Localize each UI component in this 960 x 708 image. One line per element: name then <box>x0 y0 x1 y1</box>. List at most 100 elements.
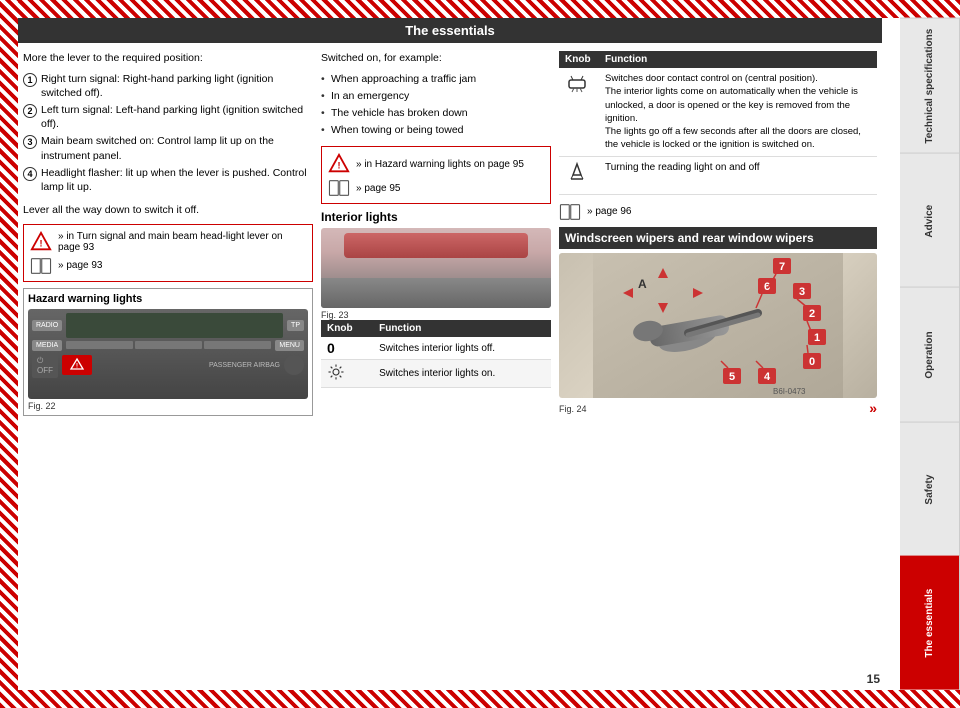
interior-light-bar <box>344 233 528 258</box>
svg-text:1: 1 <box>814 332 820 344</box>
interior-light-icon <box>565 72 589 96</box>
fig-24-label: Fig. 24 <box>559 404 587 414</box>
svg-text:0: 0 <box>809 356 815 368</box>
hazard-fig-image: RADIO TP MEDIA MENU <box>28 309 308 399</box>
warn-row-1: ! » in Hazard warning lights on page 95 <box>328 153 544 175</box>
num-3: 3 <box>23 135 37 149</box>
svg-text:3: 3 <box>799 286 805 298</box>
hazard-heading: Hazard warning lights <box>28 293 308 305</box>
interior-table: Knob Function 0 Switches interior lights… <box>321 320 551 388</box>
knob-header: Knob <box>559 51 599 68</box>
intro-text: More the lever to the required position: <box>23 51 313 66</box>
svg-text:A: A <box>638 277 647 291</box>
interior-lights-section: Interior lights Fig. 23 <box>321 210 551 388</box>
off-button: ⏻OFF <box>32 353 58 378</box>
radio-bottom-row: ⏻OFF ! PASSENGER AIRBAG <box>32 353 304 378</box>
function-0: Switches interior lights off. <box>373 337 551 360</box>
tp-label: TP <box>287 320 304 331</box>
page-number: 15 <box>867 672 880 686</box>
warning-box-left: ! » in Turn signal and main beam head-li… <box>23 224 313 282</box>
book-icon-2 <box>328 179 350 197</box>
num-2: 2 <box>23 104 37 118</box>
left-border <box>0 0 18 708</box>
knob-0: 0 <box>321 337 373 360</box>
bottom-border <box>0 690 960 708</box>
knob-cell-1 <box>559 68 599 156</box>
tab-essentials[interactable]: The essentials <box>900 556 960 690</box>
menu-label: MENU <box>275 340 304 351</box>
hazard-triangle-icon: ! <box>69 357 85 373</box>
warning-row-2: » page 93 <box>30 257 306 275</box>
radio-screen <box>66 313 283 338</box>
interior-fig-image <box>321 228 551 308</box>
switched-on-heading: Switched on, for example: <box>321 51 551 66</box>
table-row: Switches interior lights on. <box>321 360 551 388</box>
airbag-area: PASSENGER AIRBAG <box>209 362 280 369</box>
page-title: The essentials <box>18 18 882 43</box>
warning-triangle-icon: ! <box>30 231 52 253</box>
fig-23-label: Fig. 23 <box>321 310 551 320</box>
svg-text:!: ! <box>337 161 340 171</box>
tab-operation[interactable]: Operation <box>900 287 960 422</box>
wiper-fig-image: A 7 6 <box>559 253 877 398</box>
function-sun: Switches interior lights on. <box>373 360 551 388</box>
forward-arrow: » <box>869 400 877 416</box>
content-wrapper: More the lever to the required position:… <box>18 51 882 688</box>
right-table: Knob Function <box>559 51 877 195</box>
hazard-button[interactable]: ! <box>62 355 92 375</box>
list-item: When towing or being towed <box>321 123 551 137</box>
list-item: 2 Left turn signal: Left-hand parking li… <box>23 103 313 131</box>
windscreen-heading: Windscreen wipers and rear window wipers <box>559 227 877 249</box>
hazard-warning-section: Hazard warning lights RADIO TP MEDIA <box>23 288 313 416</box>
warning-box-middle: ! » in Hazard warning lights on page 95 … <box>321 146 551 204</box>
radio-label: RADIO <box>32 320 62 331</box>
knob-dial <box>284 355 304 375</box>
lever-text: Lever all the way down to switch it off. <box>23 203 313 218</box>
svg-text:B6I-0473: B6I-0473 <box>773 387 806 396</box>
wiper-diagram: A 7 6 <box>559 253 877 398</box>
svg-text:4: 4 <box>764 371 771 383</box>
fig-22-label: Fig. 22 <box>28 401 308 411</box>
main-content: The essentials More the lever to the req… <box>18 18 882 690</box>
function-cell-2: Turning the reading light on and off <box>599 156 877 194</box>
right-column: Knob Function <box>559 51 877 688</box>
knob-cell-2 <box>559 156 599 194</box>
col-knob-header: Knob <box>321 320 373 337</box>
tab-technical-specifications[interactable]: Technical specifications <box>900 18 960 153</box>
num-1: 1 <box>23 73 37 87</box>
list-item: When approaching a traffic jam <box>321 72 551 86</box>
warning-triangle-icon-2: ! <box>328 153 350 175</box>
table-row: 0 Switches interior lights off. <box>321 337 551 360</box>
svg-text:2: 2 <box>809 308 815 320</box>
book-icon-3 <box>559 203 581 221</box>
warn-row-2: » page 95 <box>328 179 544 197</box>
function-cell-1: Switches door contact control on (centra… <box>599 68 877 156</box>
col-function-header: Function <box>373 320 551 337</box>
windscreen-section: Windscreen wipers and rear window wipers <box>559 227 877 416</box>
radio-top-row: RADIO TP <box>32 313 304 338</box>
tab-safety[interactable]: Safety <box>900 422 960 557</box>
bullet-list: When approaching a traffic jam In an eme… <box>321 72 551 141</box>
numbered-list: 1 Right turn signal: Right-hand parking … <box>23 72 313 197</box>
function-header: Function <box>599 51 877 68</box>
svg-text:!: ! <box>76 364 78 370</box>
reading-light-icon <box>565 161 589 185</box>
table-row: Switches door contact control on (centra… <box>559 68 877 156</box>
tab-advice[interactable]: Advice <box>900 153 960 288</box>
list-item: 4 Headlight flasher: lit up when the lev… <box>23 166 313 194</box>
radio-btn <box>66 341 133 349</box>
svg-text:!: ! <box>39 238 42 248</box>
table-row: Turning the reading light on and off <box>559 156 877 194</box>
fig-24-row: Fig. 24 » <box>559 400 877 416</box>
book-icon <box>30 257 52 275</box>
media-label: MEDIA <box>32 340 62 351</box>
radio-btn <box>135 341 202 349</box>
list-item: The vehicle has broken down <box>321 106 551 120</box>
sidebar-tabs: Technical specifications Advice Operatio… <box>900 18 960 690</box>
list-item: 1 Right turn signal: Right-hand parking … <box>23 72 313 100</box>
num-4: 4 <box>23 167 37 181</box>
left-column: More the lever to the required position:… <box>23 51 313 688</box>
top-border <box>0 0 960 18</box>
interior-heading: Interior lights <box>321 210 551 224</box>
list-item: 3 Main beam switched on: Control lamp li… <box>23 134 313 162</box>
